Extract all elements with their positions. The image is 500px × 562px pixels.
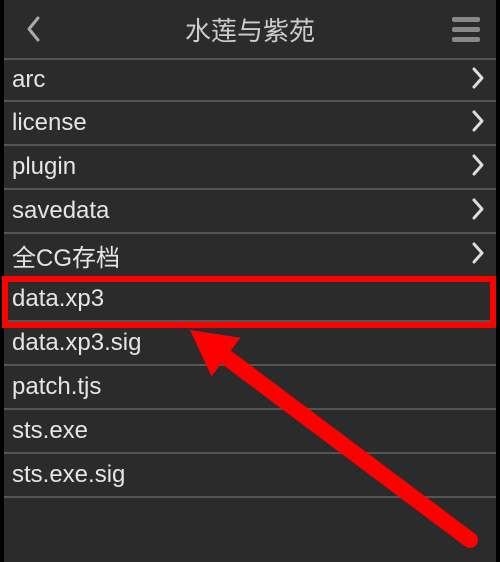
list-item[interactable]: license bbox=[4, 102, 496, 146]
list-item-label: arc bbox=[12, 66, 45, 94]
list-item[interactable]: plugin bbox=[4, 146, 496, 190]
list-item-label: data.xp3 bbox=[12, 285, 104, 313]
list-item-label: license bbox=[12, 109, 87, 137]
chevron-left-icon bbox=[25, 15, 43, 43]
chevron-right-icon bbox=[470, 153, 486, 182]
header-bar: 水莲与紫苑 bbox=[4, 0, 496, 58]
list-item-label: data.xp3.sig bbox=[12, 329, 141, 357]
list-item-label: savedata bbox=[12, 197, 109, 225]
chevron-right-icon bbox=[470, 66, 486, 95]
page-title: 水莲与紫苑 bbox=[54, 11, 446, 48]
list-item-label: sts.exe bbox=[12, 417, 88, 445]
menu-icon bbox=[452, 17, 480, 22]
back-button[interactable] bbox=[14, 9, 54, 49]
list-item[interactable]: patch.tjs bbox=[4, 366, 496, 410]
chevron-right-icon bbox=[470, 197, 486, 226]
app-frame: 水莲与紫苑 arc license plugin savedata 全CG存档 data.… bbox=[0, 0, 500, 562]
list-item[interactable]: arc bbox=[4, 58, 496, 102]
list-item-label: sts.exe.sig bbox=[12, 461, 125, 489]
list-item[interactable]: data.xp3.sig bbox=[4, 322, 496, 366]
file-list: arc license plugin savedata 全CG存档 data.xp3 dat… bbox=[4, 58, 496, 562]
menu-icon bbox=[452, 37, 480, 42]
list-item-label: plugin bbox=[12, 153, 76, 181]
list-item[interactable]: savedata bbox=[4, 190, 496, 234]
chevron-right-icon bbox=[470, 241, 486, 270]
list-item-label: patch.tjs bbox=[12, 373, 101, 401]
list-item[interactable]: data.xp3 bbox=[4, 278, 496, 322]
list-item[interactable]: sts.exe.sig bbox=[4, 454, 496, 498]
menu-button[interactable] bbox=[446, 9, 486, 49]
list-item[interactable]: sts.exe bbox=[4, 410, 496, 454]
list-item[interactable]: 全CG存档 bbox=[4, 234, 496, 278]
list-item-label: 全CG存档 bbox=[12, 238, 120, 273]
chevron-right-icon bbox=[470, 109, 486, 138]
menu-icon bbox=[452, 27, 480, 32]
